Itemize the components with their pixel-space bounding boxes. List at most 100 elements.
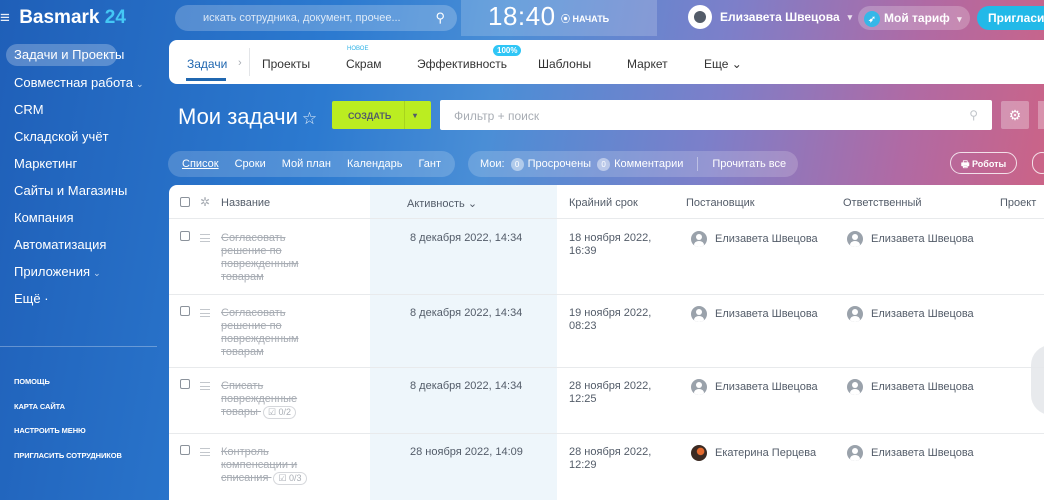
star-icon[interactable]: ☆ <box>302 109 317 128</box>
view-deadlines[interactable]: Сроки <box>235 158 266 170</box>
view-calendar[interactable]: Календарь <box>347 158 403 170</box>
read-all-button[interactable]: Прочитать все <box>712 158 786 170</box>
robots-button[interactable]: 🖶 Роботы <box>950 152 1018 174</box>
table-row[interactable]: Контроль компенсации и списания ☑ 0/3 28 … <box>169 434 1044 500</box>
creator-cell[interactable]: Елизавета Швецова <box>691 379 818 395</box>
table-row[interactable]: Списать поврежденные товары ☑ 0/2 8 декаб… <box>169 368 1044 434</box>
deadline-date[interactable]: 28 ноября 2022, 12:25 <box>569 380 669 406</box>
column-header-creator[interactable]: Постановщик <box>686 197 755 209</box>
sidebar-divider <box>0 346 157 347</box>
tab-projects[interactable]: Проекты <box>262 57 310 71</box>
sidebar-item[interactable]: Приложения ⌄ <box>0 260 160 287</box>
responsible-cell[interactable]: Елизавета Швецова <box>847 306 974 322</box>
sidebar-item[interactable]: Совместная работа ⌄ <box>0 71 160 98</box>
sidebar-item-label: Приложения <box>14 264 91 279</box>
sidebar-item[interactable]: Компания <box>0 206 160 233</box>
column-header-name[interactable]: Название <box>221 197 270 209</box>
sidebar-link[interactable]: ПОМОЩЬ <box>0 377 160 402</box>
sidebar-item[interactable]: Ещё · <box>0 287 160 314</box>
responsible-cell[interactable]: Елизавета Швецова <box>847 231 974 247</box>
sidebar-item[interactable]: Складской учёт <box>0 125 160 152</box>
sidebar-link[interactable]: НАСТРОИТЬ МЕНЮ <box>0 426 160 451</box>
extra-toolbar-button[interactable] <box>1038 101 1044 129</box>
settings-gear-button[interactable]: ⚙ <box>1001 101 1029 129</box>
row-checkbox[interactable] <box>180 379 190 389</box>
row-menu-icon[interactable] <box>200 382 210 390</box>
table-row[interactable]: Согласовать решение по поврежденным това… <box>169 295 1044 368</box>
row-checkbox[interactable] <box>180 445 190 455</box>
responsible-cell[interactable]: Елизавета Швецова <box>847 379 974 395</box>
creator-cell[interactable]: Екатерина Перцева <box>691 445 816 461</box>
column-settings-icon[interactable]: ✲ <box>200 195 210 209</box>
task-name-link[interactable]: Контроль компенсации и списания ☑ 0/3 <box>221 446 331 485</box>
view-my-plan[interactable]: Мой план <box>282 158 331 170</box>
sidebar-link[interactable]: КАРТА САЙТА <box>0 402 160 427</box>
tab-market[interactable]: Маркет <box>627 57 668 71</box>
active-tab-indicator <box>186 78 226 81</box>
counters-bar: Мои: 0 Просрочены 0 Комментарии Прочитат… <box>468 151 799 177</box>
column-header-responsible[interactable]: Ответственный <box>843 197 922 209</box>
filter-search-input[interactable]: Фильтр + поиск ⚲ <box>440 100 992 130</box>
tab-scrum[interactable]: Скрам <box>346 57 382 71</box>
sidebar-item-label: Задачи и Проекты <box>14 47 125 62</box>
sidebar-item[interactable]: Задачи и Проекты <box>6 44 124 66</box>
view-list[interactable]: Список <box>182 158 219 170</box>
column-header-project[interactable]: Проект <box>1000 197 1036 209</box>
create-button[interactable]: СОЗДАТЬ ▾ <box>332 101 431 129</box>
task-name-link[interactable]: Согласовать решение по поврежденным това… <box>221 307 331 359</box>
search-input[interactable]: искать сотрудника, документ, прочее... ⚲ <box>175 5 457 31</box>
comments-filter[interactable]: Комментарии <box>614 158 683 170</box>
select-all-checkbox[interactable] <box>180 197 190 207</box>
logo[interactable]: ≡ Basmark 24 <box>0 7 126 29</box>
deadline-date[interactable]: 28 ноября 2022, 12:29 <box>569 446 669 472</box>
search-icon[interactable]: ⚲ <box>969 108 978 122</box>
creator-cell[interactable]: Елизавета Швецова <box>691 231 818 247</box>
task-name-link[interactable]: Списать поврежденные товары ☑ 0/2 <box>221 380 331 419</box>
sidebar-item[interactable]: Сайты и Магазины <box>0 179 160 206</box>
start-workday-button[interactable]: ⦿ НАЧАТЬ <box>561 12 609 25</box>
chevron-down-icon[interactable]: ▾ <box>413 111 417 120</box>
search-icon[interactable]: ⚲ <box>435 10 445 26</box>
row-menu-icon[interactable] <box>200 309 210 317</box>
sidebar-item-label: Автоматизация <box>14 237 107 252</box>
tab-templates[interactable]: Шаблоны <box>538 57 591 71</box>
tab-tasks[interactable]: Задачи <box>187 57 227 71</box>
avatar <box>691 379 707 395</box>
avatar <box>691 306 707 322</box>
creator-name: Елизавета Швецова <box>715 381 818 393</box>
logo-word: Basmark <box>19 7 100 28</box>
checklist-badge: ☑ 0/2 <box>262 406 297 419</box>
column-header-activity[interactable]: Активность ⌄ <box>407 197 477 210</box>
sidebar-item[interactable]: Автоматизация <box>0 233 160 260</box>
counters-divider <box>697 157 699 171</box>
column-header-deadline[interactable]: Крайний срок <box>569 197 638 209</box>
overdue-filter[interactable]: Просрочены <box>528 158 591 170</box>
menu-icon[interactable]: ≡ <box>0 8 10 27</box>
view-gantt[interactable]: Гант <box>418 158 441 170</box>
invite-button[interactable]: Пригласить <box>977 6 1044 30</box>
sidebar-item[interactable]: CRM <box>0 98 160 125</box>
user-menu[interactable]: Елизавета Швецова ▾ <box>688 5 852 29</box>
row-checkbox[interactable] <box>180 231 190 241</box>
tab-more[interactable]: Еще ⌄ <box>704 57 742 71</box>
side-panel-handle[interactable] <box>1031 345 1044 415</box>
row-menu-icon[interactable] <box>200 234 210 242</box>
tab-efficiency[interactable]: Эффективность <box>417 57 507 71</box>
task-name-link[interactable]: Согласовать решение по поврежденным това… <box>221 232 331 284</box>
tariff-button[interactable]: ➶ Мой тариф ▾ <box>858 6 970 30</box>
row-menu-icon[interactable] <box>200 448 210 456</box>
activity-date: 8 декабря 2022, 14:34 <box>410 232 523 244</box>
deadline-date[interactable]: 19 ноября 2022, 08:23 <box>569 307 669 333</box>
overdue-count-badge: 0 <box>510 157 524 171</box>
sidebar-link[interactable]: ПРИГЛАСИТЬ СОТРУДНИКОВ <box>0 451 160 476</box>
creator-name: Екатерина Перцева <box>715 447 817 459</box>
sidebar-item-label: Складской учёт <box>14 129 109 144</box>
clock-widget[interactable]: 18:40 ⦿ НАЧАТЬ <box>461 0 657 36</box>
table-row[interactable]: Согласовать решение по поврежденным това… <box>169 220 1044 295</box>
sidebar-item[interactable]: Маркетинг <box>0 152 160 179</box>
extra-pill-button[interactable] <box>1032 152 1044 174</box>
creator-cell[interactable]: Елизавета Швецова <box>691 306 818 322</box>
deadline-date[interactable]: 18 ноября 2022, 16:39 <box>569 232 669 258</box>
responsible-cell[interactable]: Елизавета Швецова <box>847 445 974 461</box>
row-checkbox[interactable] <box>180 306 190 316</box>
